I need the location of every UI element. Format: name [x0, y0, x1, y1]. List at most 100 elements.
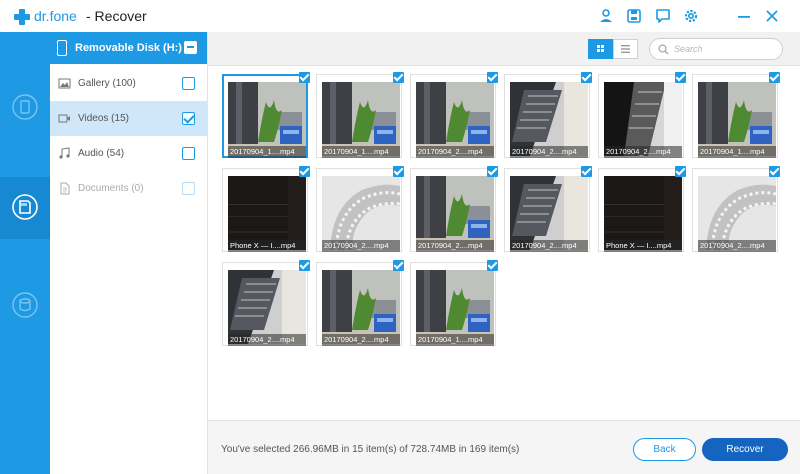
sidebar-item-device-restore[interactable]: [0, 275, 50, 337]
sd-card-recover-icon: [12, 194, 38, 220]
video-filename: 20170904_2....mp4: [416, 240, 494, 252]
user-icon[interactable]: [598, 8, 614, 24]
thumbnail-checkbox[interactable]: [487, 72, 498, 83]
category-checkbox[interactable]: [182, 77, 195, 90]
video-preview-image: [416, 176, 494, 250]
video-preview-image: [510, 82, 588, 156]
video-filename: 20170904_2....mp4: [510, 240, 588, 252]
list-view-button[interactable]: [613, 39, 638, 59]
video-thumbnail[interactable]: 20170904_2....mp4: [410, 166, 498, 252]
thumbnail-checkbox[interactable]: [393, 166, 404, 177]
minimize-icon[interactable]: [736, 8, 752, 24]
thumbnail-checkbox[interactable]: [299, 260, 310, 271]
video-preview-image: [322, 82, 400, 156]
brand-name: dr.fone: [34, 8, 77, 24]
select-all-partial-checkbox[interactable]: [184, 41, 197, 54]
thumbnail-checkbox[interactable]: [393, 72, 404, 83]
view-toolbar: [208, 32, 800, 66]
video-icon: [58, 112, 71, 125]
device-restore-icon: [12, 292, 38, 318]
video-filename: 20170904_2....mp4: [698, 240, 776, 252]
video-thumbnail[interactable]: 20170904_2....mp4: [598, 72, 686, 158]
video-thumbnail[interactable]: 20170904_2....mp4: [316, 166, 404, 252]
sidebar-item-sd-card-recover[interactable]: [0, 177, 50, 239]
removable-disk-icon: [57, 40, 67, 56]
search-input[interactable]: [674, 42, 774, 56]
video-preview-image: [228, 176, 306, 250]
title-bar: dr.fone - Recover: [0, 0, 800, 32]
category-checkbox[interactable]: [182, 112, 195, 125]
thumbnail-checkbox[interactable]: [299, 166, 310, 177]
removable-disk-header[interactable]: Removable Disk (H:): [50, 32, 207, 64]
sidebar-item-phone-recover[interactable]: [0, 77, 50, 139]
video-preview-image: [416, 270, 494, 344]
thumbnail-checkbox[interactable]: [487, 166, 498, 177]
video-thumbnail[interactable]: Phone X — I....mp4: [598, 166, 686, 252]
music-icon: [58, 147, 71, 160]
video-filename: 20170904_2....mp4: [416, 146, 494, 158]
category-row[interactable]: Audio (54): [50, 136, 207, 171]
video-thumbnail[interactable]: 20170904_1....mp4: [692, 72, 780, 158]
close-icon[interactable]: [764, 8, 780, 24]
recover-button[interactable]: Recover: [702, 438, 788, 461]
search-icon: [658, 44, 669, 55]
thumbnail-checkbox[interactable]: [581, 166, 592, 177]
feedback-icon[interactable]: [655, 8, 671, 24]
list-view-icon: [621, 45, 630, 53]
video-thumbnail[interactable]: Phone X — I....mp4: [222, 166, 310, 252]
mode-sidebar: [0, 32, 50, 474]
category-label: Gallery (100): [78, 78, 136, 89]
video-filename: 20170904_1....mp4: [698, 146, 776, 158]
thumbnail-checkbox[interactable]: [487, 260, 498, 271]
video-thumbnail[interactable]: 20170904_1....mp4: [410, 260, 498, 346]
video-preview-image: [322, 176, 400, 250]
category-checkbox[interactable]: [182, 147, 195, 160]
category-row: Documents (0): [50, 171, 207, 206]
save-icon[interactable]: [626, 8, 642, 24]
grid-view-button[interactable]: [588, 39, 613, 59]
video-preview-image: [228, 82, 306, 156]
thumbnail-checkbox[interactable]: [769, 72, 780, 83]
thumbnail-checkbox[interactable]: [675, 72, 686, 83]
video-filename: 20170904_1....mp4: [228, 146, 306, 158]
category-row[interactable]: Gallery (100): [50, 66, 207, 101]
category-checkbox: [182, 182, 195, 195]
window-title: - Recover: [86, 8, 147, 24]
video-filename: 20170904_2....mp4: [604, 146, 682, 158]
video-filename: 20170904_2....mp4: [322, 334, 400, 346]
image-icon: [58, 77, 71, 90]
video-thumbnail[interactable]: 20170904_2....mp4: [222, 260, 310, 346]
video-filename: 20170904_2....mp4: [322, 240, 400, 252]
search-box[interactable]: [649, 38, 783, 60]
video-filename: Phone X — I....mp4: [604, 240, 682, 252]
thumbnail-checkbox[interactable]: [393, 260, 404, 271]
video-filename: 20170904_1....mp4: [416, 334, 494, 346]
back-button[interactable]: Back: [633, 438, 696, 461]
video-preview-image: [698, 176, 776, 250]
category-panel: Removable Disk (H:) Gallery (100) Videos …: [50, 32, 208, 474]
video-preview-image: [510, 176, 588, 250]
video-thumbnail[interactable]: 20170904_2....mp4: [504, 72, 592, 158]
grid-view-icon: [597, 45, 604, 52]
category-label: Videos (15): [78, 113, 129, 124]
thumbnail-checkbox[interactable]: [299, 72, 310, 83]
phone-recover-icon: [12, 94, 38, 120]
disk-label: Removable Disk (H:): [75, 42, 182, 54]
video-thumbnail[interactable]: 20170904_2....mp4: [504, 166, 592, 252]
video-thumbnail[interactable]: 20170904_1....mp4: [222, 72, 310, 158]
video-thumbnail[interactable]: 20170904_2....mp4: [410, 72, 498, 158]
video-preview-image: [604, 82, 682, 156]
video-thumbnail[interactable]: 20170904_1....mp4: [316, 72, 404, 158]
video-thumbnail[interactable]: 20170904_2....mp4: [692, 166, 780, 252]
thumbnail-checkbox[interactable]: [675, 166, 686, 177]
thumbnail-checkbox[interactable]: [769, 166, 780, 177]
category-row[interactable]: Videos (15): [50, 101, 207, 136]
video-thumbnail[interactable]: 20170904_2....mp4: [316, 260, 404, 346]
footer-bar: You've selected 266.96MB in 15 item(s) o…: [208, 420, 800, 474]
category-label: Documents (0): [78, 183, 144, 194]
video-preview-image: [698, 82, 776, 156]
thumbnail-checkbox[interactable]: [581, 72, 592, 83]
settings-icon[interactable]: [683, 8, 699, 24]
drfone-logo-icon: [14, 9, 30, 25]
video-filename: 20170904_2....mp4: [510, 146, 588, 158]
